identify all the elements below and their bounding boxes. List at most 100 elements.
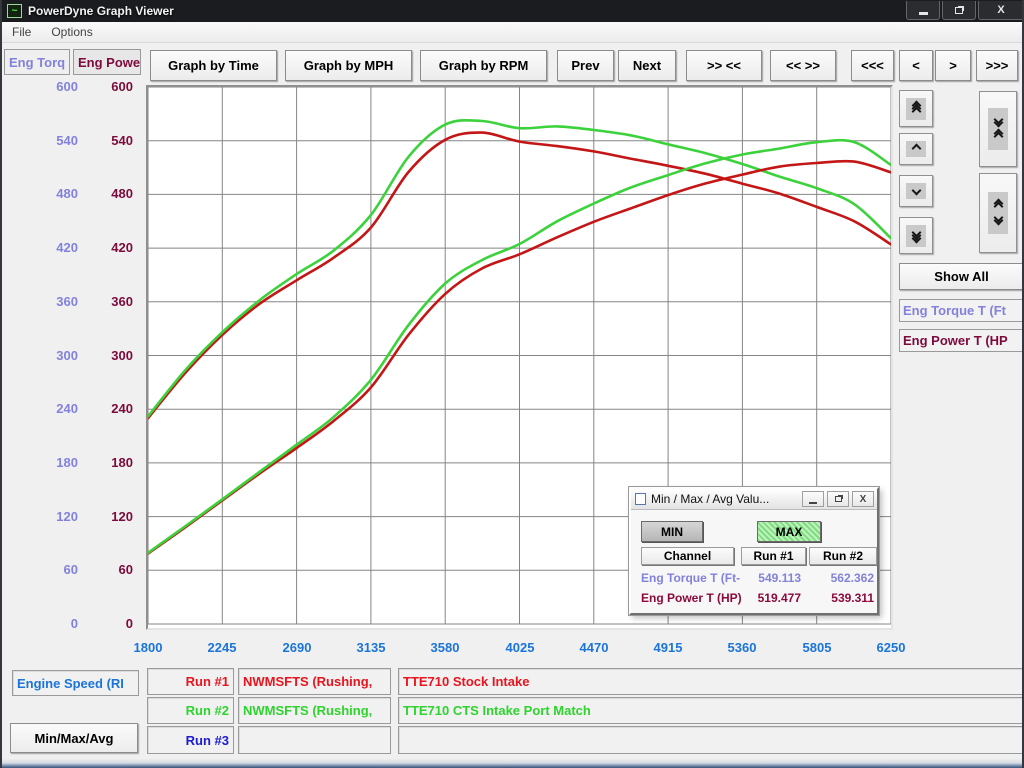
power-tick: 180 — [95, 455, 133, 470]
show-all-button[interactable]: Show All — [899, 263, 1024, 290]
popup-torque-run1-max: 549.113 — [739, 571, 801, 585]
run3-label: Run #3 — [147, 726, 234, 754]
power-tick: 600 — [95, 79, 133, 94]
popup-close-button[interactable]: X — [852, 491, 874, 507]
y-scale-down-button[interactable] — [899, 175, 933, 207]
menu-options[interactable]: Options — [41, 23, 102, 41]
close-button[interactable]: X — [978, 1, 1024, 20]
rpm-tick: 2690 — [262, 640, 332, 655]
y-scale-up-button[interactable] — [899, 133, 933, 165]
rpm-tick: 3580 — [410, 640, 480, 655]
torque-tick: 120 — [40, 509, 78, 524]
tab-eng-torque-axis[interactable]: Eng Torq — [4, 49, 70, 75]
minimize-icon — [919, 12, 928, 15]
torque-tick: 60 — [40, 562, 78, 577]
graph-by-rpm-button[interactable]: Graph by RPM — [420, 50, 547, 81]
popup-torque-channel: Eng Torque T (Ft- — [641, 571, 741, 585]
run2-description-field[interactable]: TTE710 CTS Intake Port Match — [398, 697, 1023, 724]
powerdyne-window: ~ PowerDyne Graph Viewer X File Options … — [0, 0, 1024, 768]
x-axis-channel-box: Engine Speed (RI — [12, 670, 139, 696]
zoom-in-x-button[interactable]: >> << — [686, 50, 762, 81]
popup-col-run1[interactable]: Run #1 — [741, 547, 806, 565]
run2-name-field[interactable]: NWMSFTS (Rushing, — [238, 697, 391, 724]
graph-by-mph-button[interactable]: Graph by MPH — [285, 50, 412, 81]
popup-torque-run2-max: 562.362 — [812, 571, 874, 585]
y-expand-button[interactable] — [979, 173, 1017, 253]
run1-label: Run #1 — [147, 668, 234, 695]
triple-chevron-down-icon — [906, 225, 926, 247]
max-toggle-button[interactable]: MAX — [757, 521, 821, 542]
popup-col-run2[interactable]: Run #2 — [809, 547, 877, 565]
run3-description-field[interactable] — [398, 726, 1023, 754]
scroll-left-fast-button[interactable]: <<< — [851, 50, 894, 81]
torque-tick: 360 — [40, 294, 78, 309]
minimize-button[interactable] — [906, 1, 940, 20]
popup-minimize-button[interactable] — [802, 491, 824, 507]
power-tick: 480 — [95, 186, 133, 201]
run3-name-field[interactable] — [238, 726, 391, 754]
torque-tick: 420 — [40, 240, 78, 255]
restore-button[interactable] — [942, 1, 976, 20]
chevron-up-icon — [906, 141, 926, 157]
minmax-popup-window: Min / Max / Avg Valu... X MIN MAX Channe… — [629, 487, 879, 615]
torque-tick: 0 — [40, 616, 78, 631]
close-icon: X — [997, 4, 1004, 16]
minmaxavg-button[interactable]: Min/Max/Avg — [10, 723, 138, 753]
popup-restore-button[interactable] — [827, 491, 849, 507]
rpm-tick: 5805 — [782, 640, 852, 655]
rpm-tick: 4025 — [485, 640, 555, 655]
rpm-tick: 4470 — [559, 640, 629, 655]
popup-minimize-icon — [809, 502, 817, 504]
title-bar[interactable]: ~ PowerDyne Graph Viewer X — [2, 0, 1024, 22]
restore-icon — [955, 7, 963, 14]
power-tick: 420 — [95, 240, 133, 255]
chevron-down-icon — [906, 183, 926, 199]
zoom-out-x-button[interactable]: << >> — [770, 50, 836, 81]
popup-power-channel: Eng Power T (HP) — [641, 591, 741, 605]
run1-description-field[interactable]: TTE710 Stock Intake — [398, 668, 1023, 695]
scroll-right-button[interactable]: > — [935, 50, 971, 81]
y-compress-button[interactable] — [979, 91, 1017, 167]
popup-close-icon: X — [860, 494, 867, 505]
legend-eng-torque[interactable]: Eng Torque T (Ft — [899, 299, 1024, 322]
menu-file[interactable]: File — [2, 23, 41, 41]
rpm-tick: 5360 — [707, 640, 777, 655]
popup-power-run1-max: 519.477 — [739, 591, 801, 605]
run1-name-field[interactable]: NWMSFTS (Rushing, — [238, 668, 391, 695]
power-tick: 540 — [95, 133, 133, 148]
power-tick: 300 — [95, 348, 133, 363]
power-tick: 120 — [95, 509, 133, 524]
scroll-right-fast-button[interactable]: >>> — [976, 50, 1018, 81]
rpm-tick: 3135 — [336, 640, 406, 655]
rpm-tick: 1800 — [113, 640, 183, 655]
rpm-tick: 6250 — [856, 640, 926, 655]
torque-tick: 240 — [40, 401, 78, 416]
torque-tick: 180 — [40, 455, 78, 470]
window-bottom-border — [2, 759, 1024, 768]
popup-power-run2-max: 539.311 — [812, 591, 874, 605]
min-toggle-button[interactable]: MIN — [641, 521, 703, 542]
rpm-tick: 2245 — [187, 640, 257, 655]
triple-chevron-up-icon — [906, 98, 926, 120]
y-scale-up-fast-button[interactable] — [899, 90, 933, 127]
popup-restore-icon — [835, 496, 842, 502]
rpm-tick: 4915 — [633, 640, 703, 655]
graph-by-time-button[interactable]: Graph by Time — [150, 50, 277, 81]
scroll-left-button[interactable]: < — [899, 50, 933, 81]
legend-eng-power[interactable]: Eng Power T (HP — [899, 329, 1024, 352]
power-tick: 240 — [95, 401, 133, 416]
run2-label: Run #2 — [147, 697, 234, 724]
popup-col-channel[interactable]: Channel — [641, 547, 734, 565]
torque-tick: 600 — [40, 79, 78, 94]
app-waveform-icon: ~ — [7, 4, 22, 18]
window-title: PowerDyne Graph Viewer — [28, 4, 174, 18]
next-button[interactable]: Next — [618, 50, 676, 81]
tab-eng-power-axis[interactable]: Eng Powe — [73, 49, 141, 75]
power-tick: 60 — [95, 562, 133, 577]
expand-chevrons-icon — [988, 192, 1008, 234]
y-scale-down-fast-button[interactable] — [899, 217, 933, 254]
prev-button[interactable]: Prev — [557, 50, 614, 81]
popup-title-bar[interactable]: Min / Max / Avg Valu... X — [631, 489, 877, 510]
menu-bar: File Options — [2, 22, 1024, 43]
power-tick: 0 — [95, 616, 133, 631]
